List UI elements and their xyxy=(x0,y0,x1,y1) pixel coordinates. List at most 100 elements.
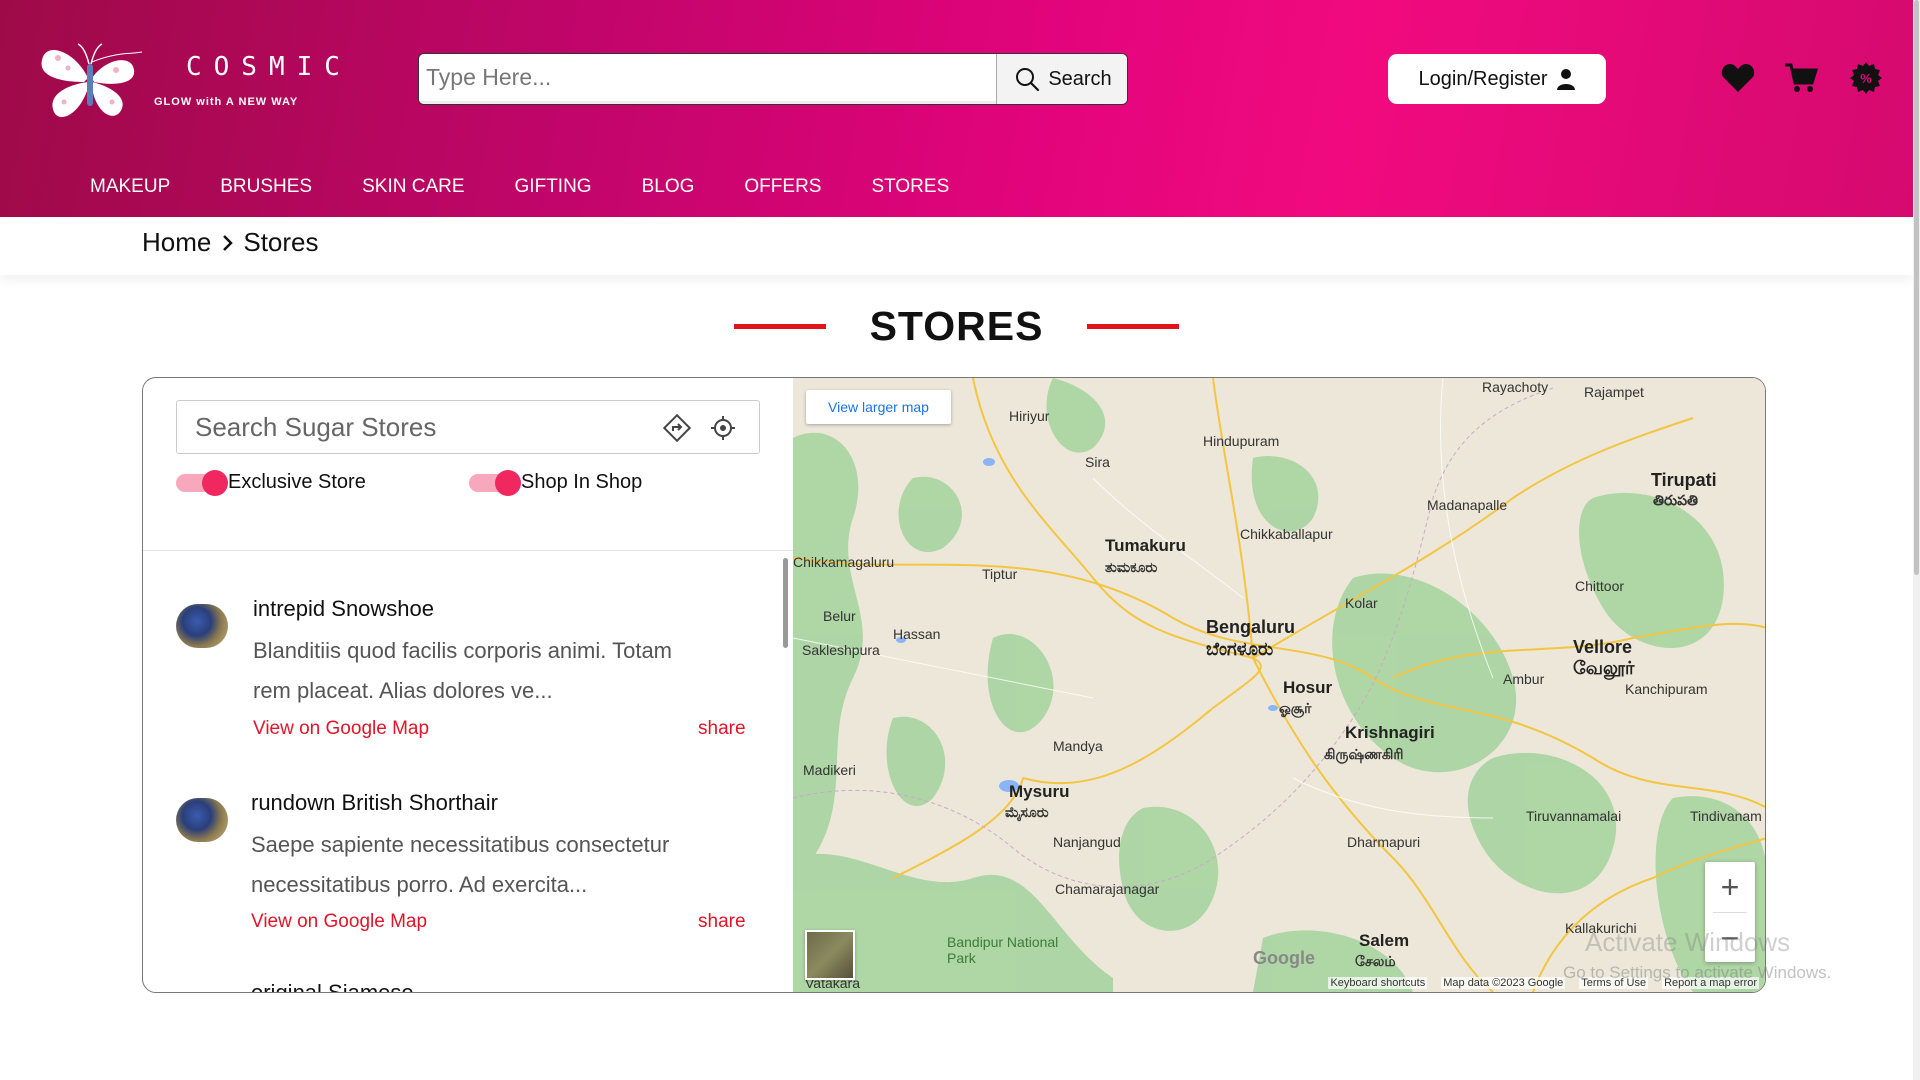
map-label-tirupati-local: తిరుపతి xyxy=(1653,492,1698,508)
brand-tagline: GLOW with A NEW WAY xyxy=(154,96,299,108)
list-divider xyxy=(143,550,793,551)
map-label-mysuru-local: ಮೈಸೂರು xyxy=(1005,804,1049,820)
cart-icon xyxy=(1785,63,1818,92)
map-label-chamarajanagar: Chamarajanagar xyxy=(1055,881,1160,897)
directions-icon xyxy=(663,414,691,442)
login-register-button[interactable]: Login/Register xyxy=(1388,54,1606,104)
store-description: Blanditiis quod facilis corporis animi. … xyxy=(253,638,672,703)
nav-item-offers[interactable]: OFFERS xyxy=(744,176,821,198)
directions-button[interactable] xyxy=(662,413,692,443)
shop-in-shop-toggle[interactable] xyxy=(469,469,521,496)
map-label-vellore-local: வேலூர் xyxy=(1573,658,1635,678)
map-label-tumakuru-local: ತುಮಕೂರು xyxy=(1105,559,1158,575)
map-label-bandipur: Bandipur National Park xyxy=(947,934,1059,966)
locate-me-button[interactable] xyxy=(708,413,738,443)
store-name[interactable]: intrepid Snowshoe xyxy=(253,596,434,622)
exclusive-store-label: Exclusive Store xyxy=(228,471,366,493)
store-search-input[interactable] xyxy=(177,401,647,453)
nav-item-skin-care[interactable]: SKIN CARE xyxy=(362,176,464,198)
map-terrain xyxy=(793,378,1765,992)
map-label-tumakuru: Tumakuru xyxy=(1105,536,1186,555)
site-header: COSMIC GLOW with A NEW WAY Search Login/… xyxy=(0,0,1913,217)
map-label-bengaluru: Bengaluru xyxy=(1206,617,1296,637)
map-label-krishnagiri-local: கிருஷ்ணகிரி xyxy=(1324,746,1404,762)
brand-logo[interactable]: COSMIC GLOW with A NEW WAY xyxy=(36,32,340,124)
user-icon xyxy=(1557,69,1576,90)
activate-windows-title: Activate Windows xyxy=(1585,927,1791,957)
nav-item-brushes[interactable]: BRUSHES xyxy=(220,176,312,198)
nav-item-makeup[interactable]: MAKEUP xyxy=(90,176,170,198)
nav-item-stores[interactable]: STORES xyxy=(871,176,949,198)
exclusive-store-filter: Exclusive Store xyxy=(176,469,366,496)
google-logo: Google xyxy=(1253,948,1315,968)
map-label-dharmapuri: Dharmapuri xyxy=(1347,834,1421,850)
keyboard-shortcuts-link[interactable]: Keyboard shortcuts xyxy=(1328,977,1428,989)
map-label-hosur-local: ஓசூர் xyxy=(1279,700,1312,716)
store-avatar xyxy=(176,604,228,648)
exclusive-store-toggle[interactable] xyxy=(176,469,228,496)
svg-text:%: % xyxy=(1860,71,1872,86)
map-label-kolar: Kolar xyxy=(1345,595,1378,611)
toggle-knob xyxy=(495,469,521,496)
view-on-map-link[interactable]: View on Google Map xyxy=(251,911,427,933)
map-label-bengaluru-local: ಬೆಂಗಳೂರು xyxy=(1206,639,1274,659)
map-label-tindivanam: Tindivanam xyxy=(1690,808,1762,824)
map-label-chikkaballapur: Chikkaballapur xyxy=(1240,526,1333,542)
header-search: Search xyxy=(418,53,1128,105)
toggle-knob xyxy=(202,469,228,496)
search-icon xyxy=(1016,68,1040,92)
wishlist-button[interactable] xyxy=(1718,58,1758,98)
map-label-nanjangud: Nanjangud xyxy=(1053,834,1121,850)
map-label-chittoor: Chittoor xyxy=(1575,578,1625,594)
nav-item-blog[interactable]: BLOG xyxy=(642,176,695,198)
store-list-pane: Exclusive Store Shop In Shop intrepid Sn… xyxy=(143,378,793,992)
crosshair-icon xyxy=(711,416,735,440)
breadcrumb-current: Stores xyxy=(243,227,319,257)
share-link[interactable]: share xyxy=(698,911,746,933)
map-label-ambur: Ambur xyxy=(1503,671,1545,687)
heart-icon xyxy=(1721,64,1755,92)
map-label-mandya: Mandya xyxy=(1053,738,1103,754)
activate-windows-subtitle: Go to Settings to activate Windows. xyxy=(1563,963,1832,982)
main-nav: MAKEUP BRUSHES SKIN CARE GIFTING BLOG OF… xyxy=(90,176,999,198)
map-label-krishnagiri: Krishnagiri xyxy=(1345,723,1435,742)
nav-item-gifting[interactable]: GIFTING xyxy=(515,176,592,198)
page-scrollbar-thumb[interactable] xyxy=(1914,0,1919,575)
map-label-kanchipuram: Kanchipuram xyxy=(1625,681,1708,697)
map-label-salem-local: சேலம் xyxy=(1355,953,1396,969)
offer-percent-icon: % xyxy=(1850,62,1882,94)
breadcrumb-home[interactable]: Home xyxy=(142,227,211,258)
shop-in-shop-filter: Shop In Shop xyxy=(469,469,642,496)
map-label-madanapalle: Madanapalle xyxy=(1427,497,1508,513)
butterfly-logo-icon xyxy=(41,43,143,118)
map-label-belur: Belur xyxy=(823,608,856,624)
map-label-chikkamagaluru: Chikkamagaluru xyxy=(793,554,895,570)
map-label-hassan: Hassan xyxy=(893,626,941,642)
map-label-hosur: Hosur xyxy=(1283,678,1333,697)
title-divider-left xyxy=(733,323,826,329)
map-data-attribution: Map data ©2023 Google xyxy=(1441,977,1566,989)
search-button[interactable]: Search xyxy=(996,54,1127,104)
map-label-tiptur: Tiptur xyxy=(982,566,1018,582)
brand-name: COSMIC xyxy=(186,52,352,82)
cart-button[interactable] xyxy=(1781,58,1821,98)
map-label-hiriyur: Hiriyur xyxy=(1009,408,1050,424)
google-map[interactable]: View larger map Hiriyur Hindupuram Sira … xyxy=(793,378,1765,992)
view-on-map-link[interactable]: View on Google Map xyxy=(253,718,429,740)
store-name[interactable]: rundown British Shorthair xyxy=(251,790,498,816)
store-name-partial[interactable]: original Siamese xyxy=(251,980,414,992)
search-input[interactable] xyxy=(419,54,996,104)
map-label-rajampet: Rajampet xyxy=(1584,384,1644,400)
store-list-scrollbar[interactable] xyxy=(783,558,788,648)
page-scrollbar[interactable] xyxy=(1913,0,1920,1080)
page-title: STORES xyxy=(869,302,1044,349)
store-description: Saepe sapiente necessitatibus consectetu… xyxy=(251,832,670,897)
share-link[interactable]: share xyxy=(698,718,746,740)
chevron-right-icon xyxy=(223,234,234,251)
view-larger-map-button[interactable]: View larger map xyxy=(806,390,951,424)
offers-button[interactable]: % xyxy=(1846,58,1886,98)
login-register-label: Login/Register xyxy=(1418,67,1548,90)
map-label-tirupati: Tirupati xyxy=(1651,470,1717,490)
zoom-in-button[interactable]: + xyxy=(1705,862,1755,912)
title-divider-right xyxy=(1087,323,1180,329)
